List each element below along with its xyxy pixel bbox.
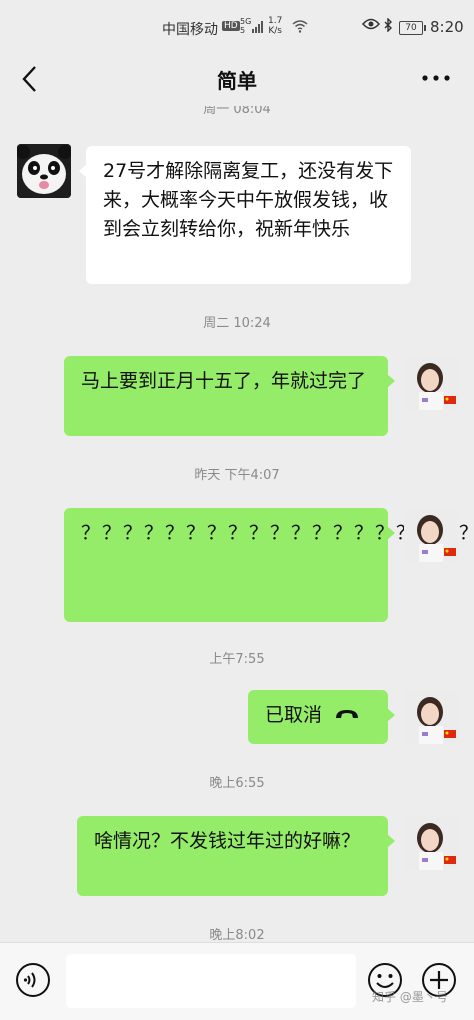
self-avatar[interactable]	[404, 690, 458, 744]
self-avatar[interactable]	[404, 356, 458, 410]
chat-header: 简单	[0, 52, 474, 106]
timestamp: 晚上6:55	[209, 776, 265, 791]
eye-comfort-icon	[361, 18, 381, 34]
clock: 8:20	[430, 18, 464, 36]
self-avatar[interactable]	[404, 816, 458, 870]
message-input[interactable]	[66, 954, 356, 1008]
status-bar: 中国移动 HD 5G 5 1.7 K/s 70 8:20	[0, 0, 474, 52]
signal-type-label: 5G 5	[240, 17, 252, 35]
input-bar	[0, 942, 474, 1020]
watermark: 知乎 @墨丶号	[372, 990, 448, 1004]
signal-bars-icon	[252, 21, 264, 33]
outgoing-message[interactable]: 马上要到正月十五了，年就过完了	[64, 356, 395, 436]
outgoing-message[interactable]: ？？？？？？？？？？？？？？？？？？？？？？？？？？？？？？？	[64, 508, 474, 622]
voice-input-icon[interactable]	[15, 962, 51, 998]
timestamp: 昨天 下午4:07	[194, 468, 280, 483]
timestamp: 周一 08:04	[203, 106, 271, 117]
call-cancelled-message[interactable]: 已取消	[248, 690, 395, 744]
battery-indicator: 70	[399, 21, 426, 35]
incoming-message[interactable]: 27号才解除隔离复工，还没有发下来，大概率今天中午放假发钱，收到会立刻转给你，祝…	[79, 146, 411, 284]
wifi-icon	[292, 20, 308, 37]
self-avatar[interactable]	[404, 508, 458, 562]
chat-title: 简单	[217, 69, 257, 93]
outgoing-message[interactable]: 啥情况？不发钱过年过的好嘛？	[77, 816, 395, 896]
network-speed: 1.7 K/s	[268, 16, 283, 36]
bluetooth-icon	[383, 17, 393, 36]
call-status-label: 已取消	[265, 704, 323, 726]
carrier-label: 中国移动	[162, 22, 218, 38]
timestamp: 上午7:55	[209, 652, 265, 667]
hd-badge: HD	[222, 21, 240, 31]
timestamp: 周二 10:24	[203, 316, 271, 331]
phone-hangup-icon	[334, 701, 360, 730]
more-options-icon[interactable]	[420, 66, 452, 90]
message-list[interactable]: 周一 08:04 27号才解除隔离复工，还没有发下来，大概率今天中午放假发钱，收…	[0, 106, 474, 942]
contact-avatar[interactable]	[17, 144, 71, 198]
timestamp: 晚上8:02	[209, 928, 265, 942]
